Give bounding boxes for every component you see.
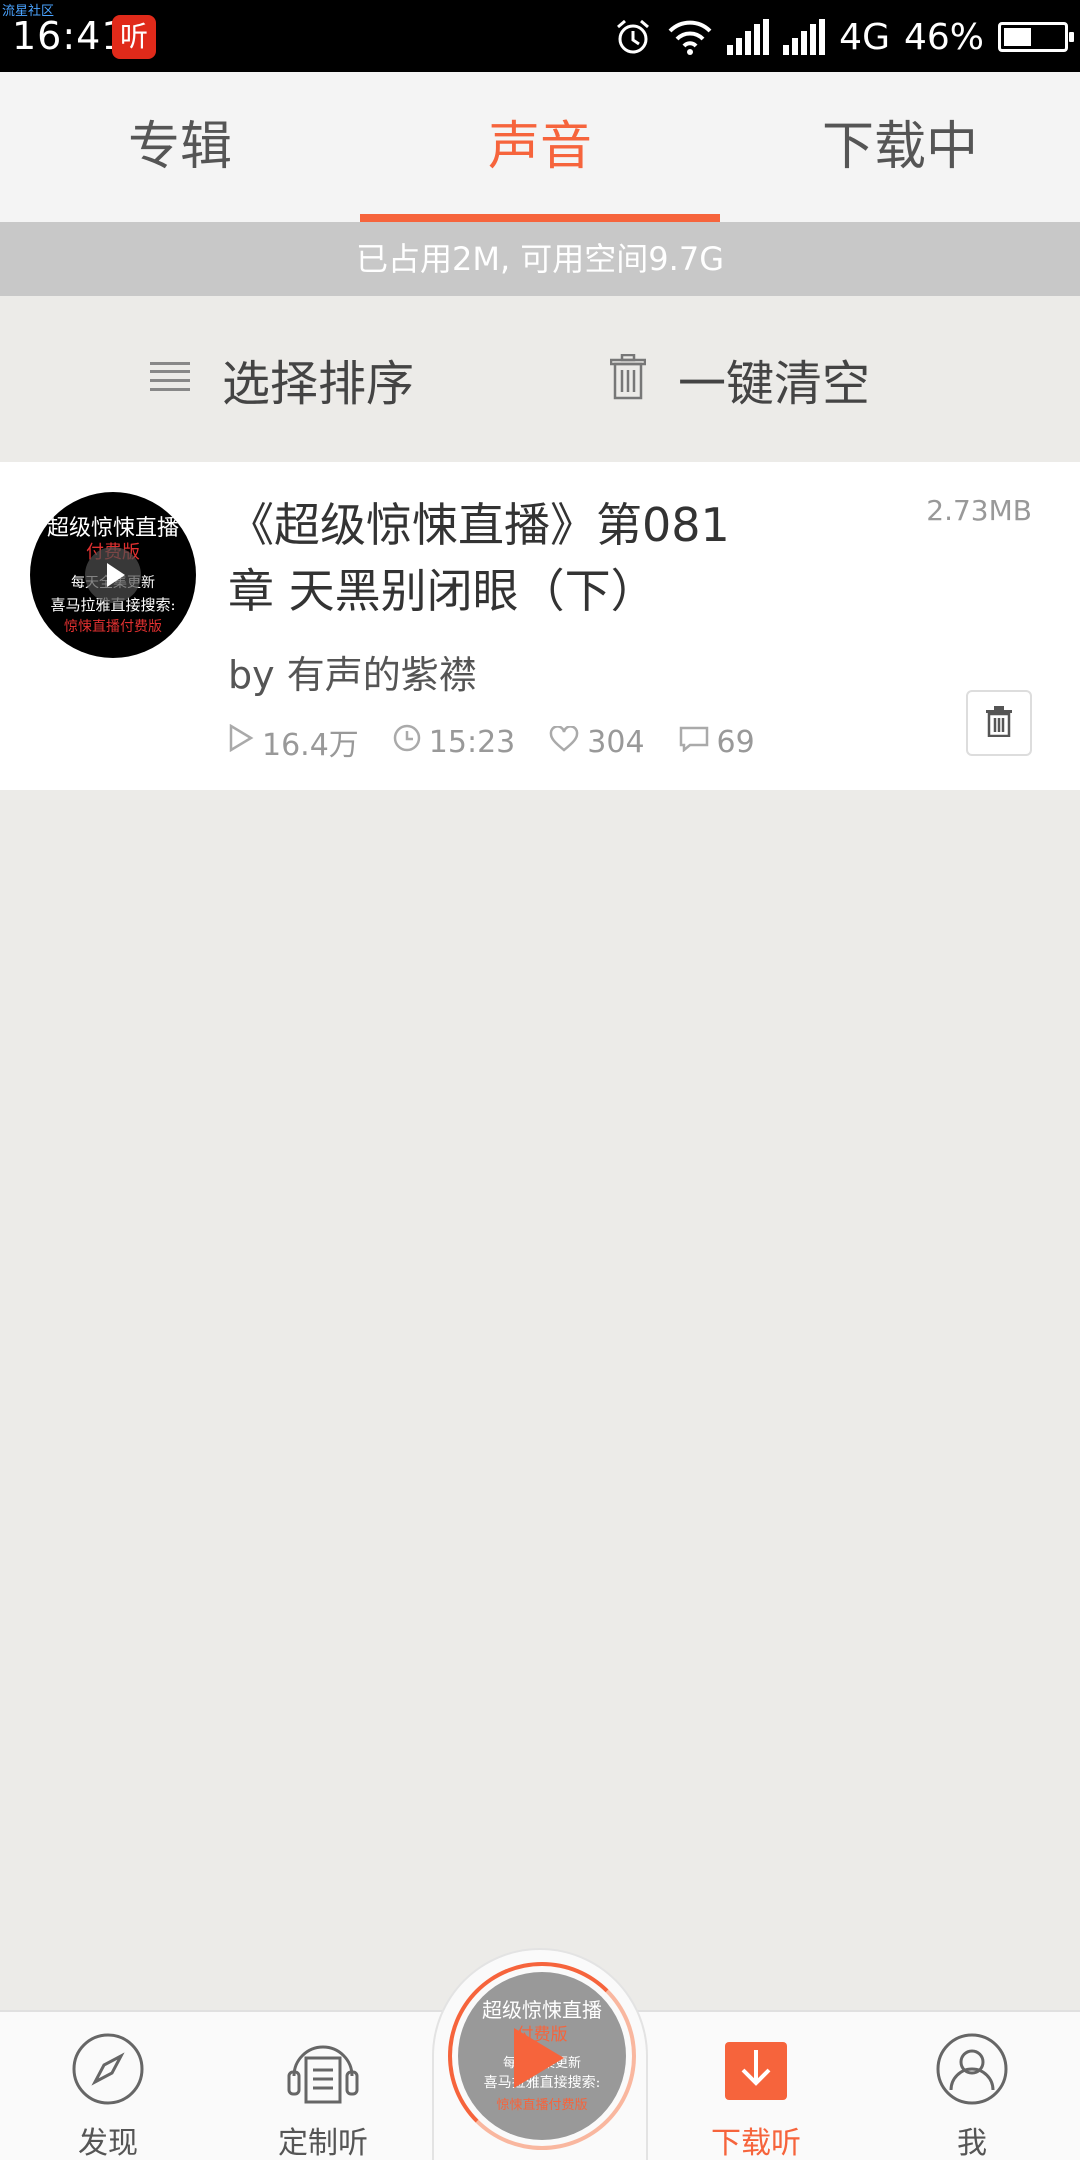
play-icon[interactable]	[514, 2028, 564, 2088]
duration: 15:23	[393, 724, 515, 760]
now-playing-button[interactable]: 超级惊悚直播 付费版 每天全集更新 喜马拉雅直接搜索: 惊悚直播付费版	[432, 1948, 648, 2160]
nav-discover[interactable]: 发现	[8, 2012, 208, 2160]
user-icon	[935, 2032, 1009, 2106]
signal-icon-2	[783, 19, 826, 55]
track-item[interactable]: 超级惊悚直播 付费版 每天全集更新 喜马拉雅直接搜索: 惊悚直播付费版 《超级惊…	[0, 462, 1080, 790]
nav-downloads-label: 下载听	[711, 2126, 801, 2160]
tab-albums[interactable]: 专辑	[0, 72, 360, 222]
nav-discover-label: 发现	[78, 2126, 138, 2160]
cover-line5: 惊悚直播付费版	[64, 619, 162, 635]
play-icon[interactable]	[85, 547, 141, 603]
action-bar: 选择排序 一键清空	[0, 296, 1080, 462]
alarm-icon	[613, 17, 653, 57]
battery-percent: 46%	[903, 16, 984, 58]
app-notification-icon: 听	[112, 15, 156, 59]
comment-icon	[679, 725, 717, 760]
nav-me[interactable]: 我	[872, 2012, 1072, 2160]
signal-icon	[727, 19, 770, 55]
network-type: 4G	[839, 16, 890, 58]
status-bar: 流星社区 16:41 听 4G 46%	[0, 0, 1080, 72]
nav-custom-label: 定制听	[278, 2126, 368, 2160]
comments-value: 69	[716, 724, 755, 760]
tab-sounds[interactable]: 声音	[360, 72, 720, 222]
clear-all-button[interactable]: 一键清空	[609, 296, 871, 462]
nav-me-label: 我	[957, 2126, 987, 2160]
trash-icon	[985, 705, 1013, 741]
track-stats: 16.4万 15:23 304 69	[228, 720, 789, 764]
play-count-value: 16.4万	[262, 728, 359, 763]
now-playing-cover-title: 超级惊悚直播	[482, 1998, 602, 2022]
sort-button[interactable]: 选择排序	[150, 296, 414, 462]
likes-value: 304	[587, 724, 645, 760]
play-count: 16.4万	[228, 720, 359, 764]
track-title-line1: 《超级惊悚直播》第081	[228, 498, 730, 552]
compass-icon	[71, 2032, 145, 2106]
trash-icon	[609, 353, 647, 404]
now-playing-cover-line5: 惊悚直播付费版	[496, 2098, 588, 2113]
duration-value: 15:23	[428, 724, 516, 760]
track-title-line2: 章 天黑别闭眼（下）	[228, 564, 657, 618]
track-author: by 有声的紫襟	[228, 653, 477, 697]
likes: 304	[549, 724, 645, 760]
track-cover[interactable]: 超级惊悚直播 付费版 每天全集更新 喜马拉雅直接搜索: 惊悚直播付费版	[30, 492, 196, 658]
tab-bar: 专辑 声音 下载中	[0, 72, 1080, 222]
file-size: 2.73MB	[926, 494, 1032, 527]
status-time: 16:41	[12, 14, 127, 58]
nav-downloads[interactable]: 下载听	[656, 2012, 856, 2160]
headphones-icon	[286, 2032, 360, 2106]
heart-icon	[549, 724, 587, 760]
play-outline-icon	[228, 723, 262, 760]
nav-custom[interactable]: 定制听	[223, 2012, 423, 2160]
storage-info: 已占用2M, 可用空间9.7G	[0, 222, 1080, 296]
delete-track-button[interactable]	[966, 690, 1032, 756]
comments: 69	[679, 725, 755, 760]
download-icon	[719, 2032, 793, 2106]
tab-downloading[interactable]: 下载中	[720, 72, 1080, 222]
clear-all-label: 一键清空	[678, 356, 871, 412]
wifi-icon	[667, 18, 713, 56]
sort-label: 选择排序	[222, 356, 415, 412]
clock-icon	[393, 724, 429, 760]
battery-icon	[998, 22, 1074, 52]
list-icon	[150, 360, 190, 398]
track-title: 《超级惊悚直播》第081 章 天黑别闭眼（下）	[228, 492, 788, 624]
